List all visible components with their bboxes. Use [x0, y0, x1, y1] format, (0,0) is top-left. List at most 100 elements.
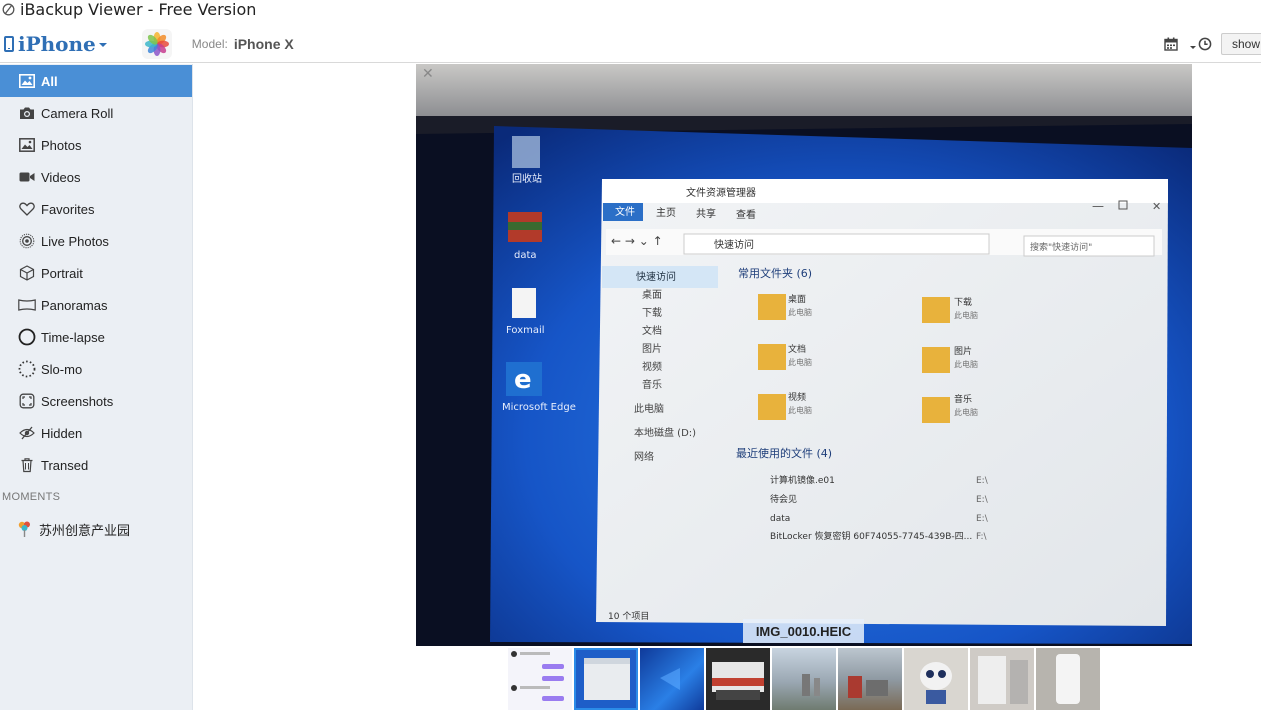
model-value: iPhone X: [233, 35, 294, 52]
thumbnail[interactable]: [640, 648, 704, 710]
sidebar-item-photos[interactable]: Photos: [0, 129, 192, 161]
nav-item: 视频: [642, 360, 662, 373]
photos-app-icon: [141, 28, 172, 59]
sidebar-item-label: Screenshots: [41, 393, 114, 409]
thumbnail[interactable]: [838, 648, 902, 710]
thumbnail[interactable]: [904, 648, 968, 710]
svg-text:—: —: [1092, 199, 1104, 213]
photo-filename: IMG_0010.HEIC: [743, 619, 864, 643]
device-name: iPhone: [18, 31, 96, 56]
folder-name: 图片: [954, 345, 972, 357]
photo-icon: [18, 136, 36, 154]
panorama-icon: [18, 296, 36, 314]
sidebar-item-label: Slo-mo: [41, 361, 83, 377]
nav-item: 音乐: [642, 378, 662, 391]
folder-name: 下载: [954, 296, 972, 308]
app-icon: [1, 3, 15, 17]
folder-sub: 此电脑: [788, 357, 812, 367]
sidebar-item-screenshots[interactable]: Screenshots: [0, 385, 192, 417]
thumbnail[interactable]: [772, 648, 836, 710]
recent-path: E:\: [976, 514, 989, 524]
sidebar-item-label: Photos: [41, 137, 82, 153]
photo-icon: [18, 72, 36, 90]
pin-icon: [16, 520, 34, 538]
nav-item: 此电脑: [634, 402, 664, 415]
svg-text:← → ⌄ ↑: ← → ⌄ ↑: [611, 234, 663, 248]
live-photo-icon: [18, 232, 36, 250]
folder-name: 音乐: [954, 393, 972, 405]
close-icon[interactable]: ✕: [422, 65, 434, 82]
sidebar-item-favorites[interactable]: Favorites: [0, 193, 192, 225]
timelapse-icon: [18, 328, 36, 346]
thumbnail[interactable]: [1036, 648, 1100, 710]
folder-sub: 此电脑: [954, 310, 978, 320]
nav-item: 本地磁盘 (D:): [634, 426, 696, 439]
sidebar-item-label: Favorites: [41, 201, 95, 217]
sidebar-item-time-lapse[interactable]: Time-lapse: [0, 321, 192, 353]
desktop-icon-label: Foxmail: [506, 325, 545, 336]
recent-name: data: [770, 514, 790, 524]
sidebar-item-camera-roll[interactable]: Camera Roll: [0, 97, 192, 129]
device-selector[interactable]: iPhone: [4, 32, 107, 56]
ribbon-tab: 共享: [696, 207, 716, 220]
moment-label: 苏州创意产业园: [39, 522, 131, 538]
sidebar-item-live-photos[interactable]: Live Photos: [0, 225, 192, 257]
svg-text:e: e: [514, 365, 532, 395]
hidden-eye-icon: [18, 424, 36, 442]
recent-path: F:\: [976, 532, 988, 542]
explorer-title: 文件资源管理器: [686, 186, 756, 199]
moment-item[interactable]: 苏州创意产业园: [0, 513, 192, 545]
thumbnail[interactable]: [970, 648, 1034, 710]
screenshot-icon: [18, 392, 36, 410]
sidebar-item-slo-mo[interactable]: Slo-mo: [0, 353, 192, 385]
thumbnail-selected[interactable]: [574, 648, 638, 710]
sidebar-item-label: Time-lapse: [41, 329, 105, 345]
sidebar-item-portrait[interactable]: Portrait: [0, 257, 192, 289]
explorer-window: 文件资源管理器 — ✕ 文件 主页 共享 查看 ← → ⌄ ↑ 快速访问 搜索"…: [596, 179, 1168, 626]
sidebar-item-all[interactable]: All: [0, 65, 192, 97]
search-placeholder: 搜索"快速访问": [1030, 241, 1092, 253]
photo-viewer[interactable]: ✕ 回收站 data Foxmail e Microsoft Edge 文件资源…: [416, 64, 1192, 646]
title-bar: iBackup Viewer - Free Version: [0, 0, 1261, 19]
ribbon-tab: 查看: [736, 208, 756, 221]
thumbnail[interactable]: [508, 648, 572, 710]
sidebar-item-label: Videos: [41, 169, 81, 185]
explorer-status: 10 个项目: [608, 611, 649, 622]
camera-icon: [18, 104, 36, 122]
recent-path: E:\: [976, 476, 989, 486]
trash-icon: [18, 456, 36, 474]
address-bar: 快速访问: [714, 238, 754, 251]
nav-item: 快速访问: [636, 270, 676, 283]
folder-name: 桌面: [788, 293, 806, 305]
sidebar: All Camera Roll Photos Videos Favorites …: [0, 64, 193, 710]
folder-name: 视频: [788, 391, 806, 403]
thumbnail-strip: [508, 648, 1102, 710]
calendar-icon[interactable]: [1163, 36, 1179, 52]
model-label: Model:: [191, 36, 228, 51]
show-button[interactable]: show: [1221, 33, 1261, 55]
video-icon: [18, 168, 36, 186]
photo-image: 回收站 data Foxmail e Microsoft Edge 文件资源管理…: [416, 64, 1192, 646]
nav-item: 图片: [642, 342, 662, 355]
sidebar-item-label: Transed: [41, 457, 89, 473]
heart-icon: [18, 200, 36, 218]
sidebar-item-transed[interactable]: Transed: [0, 449, 192, 481]
sidebar-item-hidden[interactable]: Hidden: [0, 417, 192, 449]
recent-path: E:\: [976, 495, 989, 505]
recent-name: 待会见: [770, 493, 797, 505]
desktop-icon-label: 回收站: [512, 172, 542, 185]
ribbon-tab: 文件: [615, 205, 635, 218]
nav-item: 网络: [634, 450, 654, 463]
moments-header: MOMENTS: [2, 491, 61, 503]
sidebar-item-label: Live Photos: [41, 233, 109, 249]
recent-header: 最近使用的文件 (4): [736, 446, 832, 460]
svg-text:✕: ✕: [1152, 200, 1161, 213]
recent-name: BitLocker 恢复密钥 60F74055-7745-439B-四...: [770, 530, 972, 542]
sidebar-item-panoramas[interactable]: Panoramas: [0, 289, 192, 321]
thumbnail[interactable]: [706, 648, 770, 710]
clock-dropdown-icon[interactable]: [1189, 36, 1213, 52]
frequent-header: 常用文件夹 (6): [738, 266, 812, 280]
nav-item: 下载: [642, 307, 662, 319]
sidebar-item-videos[interactable]: Videos: [0, 161, 192, 193]
sidebar-item-label: Portrait: [41, 265, 83, 281]
